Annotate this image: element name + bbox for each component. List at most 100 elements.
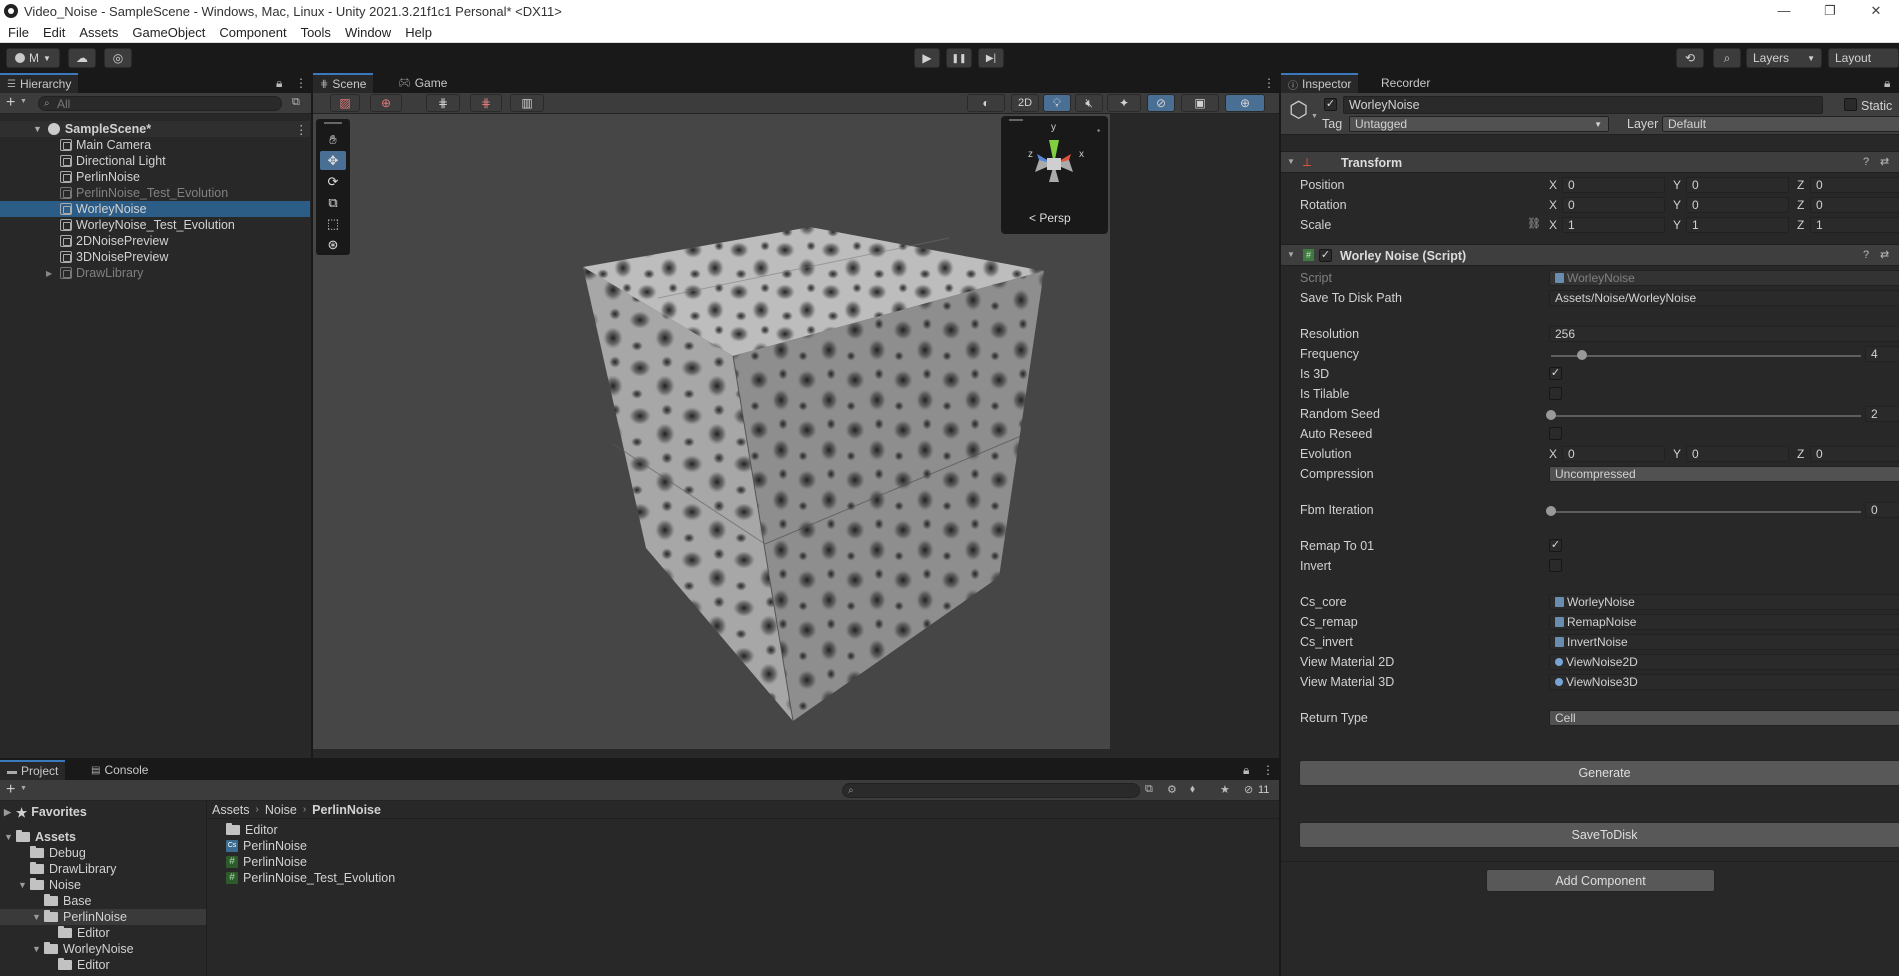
invert-checkbox[interactable] (1549, 559, 1562, 572)
hidden-objects-toggle[interactable]: ⊘ (1147, 94, 1175, 112)
project-search-input[interactable]: ⌕ (842, 783, 1140, 798)
maximize-button[interactable]: ❐ (1807, 0, 1853, 22)
rotation-z-field[interactable]: 0 (1810, 197, 1899, 213)
folder-tree-item[interactable]: ▼ Assets (0, 829, 206, 845)
shading-dropdown[interactable]: ◐ (967, 94, 1005, 112)
expand-arrow-icon[interactable]: ▼ (1287, 250, 1295, 259)
scale-y-field[interactable]: 1 (1686, 217, 1789, 233)
cs-core-field[interactable]: WorleyNoise (1549, 594, 1899, 610)
ruler-dropdown[interactable]: ▥ (510, 94, 544, 112)
play-button[interactable]: ▶ (914, 48, 940, 68)
project-file-item[interactable]: # PerlinNoise (226, 854, 307, 870)
folder-tree-item[interactable]: Editor (0, 925, 206, 941)
menu-file[interactable]: File (8, 25, 29, 40)
projection-label[interactable]: < Persp (1029, 211, 1071, 225)
tab-project[interactable]: ▬ Project (0, 760, 66, 780)
lock-icon[interactable]: 🔒︎ (1243, 763, 1249, 778)
frequency-field[interactable]: 4 (1865, 346, 1899, 362)
hierarchy-item[interactable]: 2DNoisePreview (0, 233, 310, 249)
expand-arrow-icon[interactable]: ▼ (18, 880, 30, 890)
cs-remap-field[interactable]: RemapNoise (1549, 614, 1899, 630)
hidden-packages-icon[interactable]: ⊘ (1244, 783, 1253, 796)
search-button[interactable]: ⌕ (1713, 48, 1741, 68)
static-checkbox[interactable] (1844, 98, 1857, 111)
pause-button[interactable]: ❚❚ (946, 48, 972, 68)
kebab-menu-icon[interactable]: ⋮ (1262, 763, 1274, 777)
active-checkbox[interactable]: ✓ (1324, 98, 1337, 111)
chevron-down-icon[interactable]: ▼ (1311, 113, 1318, 120)
hierarchy-item[interactable]: Directional Light (0, 153, 310, 169)
resolution-field[interactable]: 256 (1549, 326, 1899, 342)
close-button[interactable]: ✕ (1853, 0, 1899, 22)
hierarchy-item[interactable]: WorleyNoise_Test_Evolution (0, 217, 310, 233)
random-seed-slider-knob[interactable] (1546, 410, 1556, 420)
transform-tool[interactable]: ⊛ (320, 235, 346, 254)
project-file-item[interactable]: Cs PerlinNoise (226, 838, 307, 854)
history-button[interactable]: ⟲ (1676, 48, 1704, 68)
transform-header[interactable]: ▼ ⟂ Transform ? ⇄ (1281, 151, 1899, 173)
help-icon[interactable]: ? (1863, 249, 1869, 261)
settings-icon[interactable]: ⇄ (1880, 155, 1889, 168)
is3d-checkbox[interactable]: ✓ (1549, 367, 1562, 380)
add-icon[interactable]: + (6, 781, 15, 799)
object-name-field[interactable]: WorleyNoise (1343, 96, 1823, 114)
favorites-row[interactable]: ▶ ★ Favorites (4, 804, 87, 820)
position-z-field[interactable]: 0 (1810, 177, 1899, 193)
step-button[interactable]: ▶| (978, 48, 1004, 68)
lighting-toggle[interactable]: 💡︎ (1043, 94, 1071, 112)
lock-icon[interactable]: 🔒︎ (276, 76, 282, 91)
tab-recorder[interactable]: Recorder (1374, 73, 1437, 93)
project-file-item[interactable]: Editor (226, 822, 278, 838)
evolution-y-field[interactable]: 0 (1686, 446, 1789, 462)
effects-dropdown[interactable]: ✦ (1107, 94, 1141, 112)
global-toggle[interactable]: ⊕ (370, 94, 402, 112)
menu-tools[interactable]: Tools (301, 25, 331, 40)
hand-tool[interactable]: ✋︎ (320, 130, 346, 149)
hierarchy-item[interactable]: PerlinNoise (0, 169, 310, 185)
menu-window[interactable]: Window (345, 25, 391, 40)
audio-toggle[interactable]: 🔇︎ (1075, 94, 1103, 112)
expand-arrow-icon[interactable]: ▶ (46, 269, 60, 278)
rotation-y-field[interactable]: 0 (1686, 197, 1789, 213)
breadcrumb-assets[interactable]: Assets (212, 803, 250, 817)
kebab-menu-icon[interactable]: ⋮ (1263, 76, 1275, 90)
tab-inspector[interactable]: ⓘ Inspector (1281, 73, 1359, 93)
2d-toggle[interactable]: 2D (1011, 94, 1039, 112)
tab-console[interactable]: ▤ Console (84, 760, 155, 780)
menu-assets[interactable]: Assets (79, 25, 118, 40)
chevron-down-icon[interactable]: ▼ (20, 785, 27, 792)
layout-dropdown[interactable]: Layout (1828, 48, 1899, 68)
hierarchy-item[interactable]: ▶ DrawLibrary (0, 265, 310, 281)
folder-tree-item[interactable]: Debug (0, 845, 206, 861)
menu-help[interactable]: Help (405, 25, 432, 40)
folder-tree-item[interactable]: Editor (0, 957, 206, 973)
chevron-down-icon[interactable]: ▼ (20, 98, 27, 105)
search-options-icon[interactable]: ⧉ (292, 96, 300, 109)
expand-arrow-icon[interactable]: ▼ (4, 832, 16, 842)
scene-viewport[interactable]: ✋︎ ✥ ⟳ ⧉ ⬚ ⊛ ▪ y x z < Persp (313, 114, 1110, 749)
folder-tree-item[interactable]: DrawLibrary (0, 861, 206, 877)
frequency-slider-knob[interactable] (1577, 350, 1587, 360)
folder-tree-item[interactable]: ▼ WorleyNoise (0, 941, 206, 957)
expand-arrow-icon[interactable]: ▼ (33, 124, 42, 134)
fbm-iteration-field[interactable]: 0 (1865, 502, 1899, 518)
folder-tree-item[interactable]: Base (0, 893, 206, 909)
worley-script-header[interactable]: ▼ # ✓ Worley Noise (Script) ? ⇄ (1281, 244, 1899, 266)
menu-component[interactable]: Component (219, 25, 286, 40)
menu-edit[interactable]: Edit (43, 25, 65, 40)
is-tilable-checkbox[interactable] (1549, 387, 1562, 400)
return-type-dropdown[interactable]: Cell (1549, 710, 1899, 726)
gizmos-dropdown[interactable]: ⊕ (1225, 94, 1265, 112)
collab-button[interactable]: ◎ (104, 48, 132, 68)
hierarchy-item[interactable]: WorleyNoise (0, 201, 310, 217)
grid-snap-dropdown[interactable]: ⋕ (426, 94, 460, 112)
view-material-2d-field[interactable]: ViewNoise2D (1549, 654, 1899, 670)
constrain-proportions-icon[interactable]: ⛓︎ (1527, 217, 1541, 230)
drag-handle[interactable] (324, 122, 342, 124)
expand-arrow-icon[interactable]: ▼ (1287, 157, 1295, 166)
tag-dropdown[interactable]: Untagged ▼ (1349, 116, 1609, 132)
scale-x-field[interactable]: 1 (1562, 217, 1665, 233)
fbm-iteration-slider[interactable] (1551, 511, 1861, 513)
kebab-menu-icon[interactable]: ⋮ (295, 122, 308, 137)
expand-arrow-icon[interactable]: ▼ (32, 912, 44, 922)
